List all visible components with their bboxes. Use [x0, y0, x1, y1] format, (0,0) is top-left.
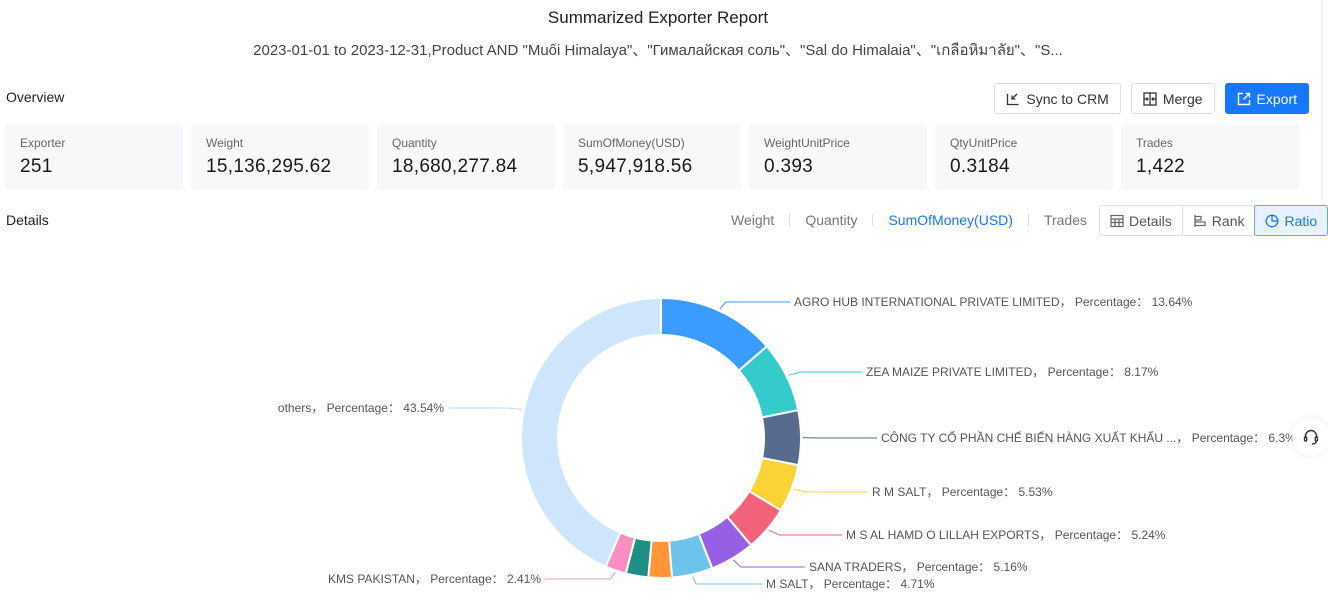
stat-value: 1,422 [1136, 156, 1186, 177]
sync-icon [1007, 93, 1019, 105]
leader-line [793, 488, 868, 493]
stat-label: Quantity [392, 136, 437, 150]
table-icon [1110, 214, 1124, 227]
merge-button[interactable]: Merge [1130, 83, 1215, 114]
tab-divider [872, 214, 874, 226]
view-rank-label: Rank [1211, 212, 1245, 229]
stat-weight-unit-price: WeightUnitPrice 0.393 [749, 124, 927, 190]
report-title: Summarized Exporter Report [547, 8, 769, 27]
donut-slice-others[interactable] [520, 296, 662, 568]
stat-label: Exporter [20, 136, 66, 150]
slice-label: M SALT， Percentage： 4.71% [766, 577, 935, 591]
view-ratio-button[interactable]: Ratio [1254, 205, 1328, 236]
stat-sum-of-money: SumOfMoney(USD) 5,947,918.56 [563, 124, 741, 190]
report-query: 2023-01-01 to 2023-12-31,Product AND "Mu… [253, 42, 1063, 59]
overview-heading: Overview [6, 89, 65, 105]
stat-label: Trades [1136, 136, 1173, 150]
donut-slice-m-s-al-hamd-o-lillah-exports[interactable] [725, 489, 783, 547]
donut-slices [520, 296, 802, 579]
slice-label: CÔNG TY CỔ PHẦN CHẾ BIẾN HÀNG XUẤT KHẨU … [881, 430, 1296, 445]
label-leader-lines [448, 301, 877, 585]
details-heading: Details [6, 212, 49, 228]
tab-weight[interactable]: Weight [731, 212, 774, 228]
overview-stats: Exporter 251 Weight 15,136,295.62 Quanti… [5, 124, 1299, 190]
stat-quantity: Quantity 18,680,277.84 [377, 124, 555, 190]
sync-to-crm-button[interactable]: Sync to CRM [994, 83, 1121, 114]
stat-value: 251 [20, 156, 53, 177]
leader-line [719, 301, 790, 310]
slice-label: R M SALT， Percentage： 5.53% [872, 485, 1053, 499]
export-label: Export [1256, 90, 1297, 107]
leader-line [692, 576, 762, 585]
export-button[interactable]: Export [1224, 83, 1309, 114]
leader-line [768, 529, 842, 536]
slice-labels: AGRO HUB INTERNATIONAL PRIVATE LIMITED， … [278, 295, 1296, 591]
donut-slice-unlabeled-7[interactable] [647, 539, 674, 579]
stat-trades: Trades 1,422 [1121, 124, 1299, 190]
leader-line [545, 572, 616, 580]
tab-divider [789, 214, 791, 226]
stat-value: 0.393 [764, 156, 814, 177]
donut-slice-kms-pakistan[interactable] [604, 531, 637, 575]
customer-support-button[interactable] [1292, 418, 1328, 456]
stat-value: 5,947,918.56 [578, 156, 693, 177]
merge-icon [1143, 91, 1157, 106]
slice-label: SANA TRADERS， Percentage： 5.16% [809, 560, 1028, 574]
donut-slice-c-ng-ty-c-ph-n-ch-bi-n-h-ng-xu-t-kh-u[interactable] [760, 408, 802, 467]
headset-icon [1303, 429, 1319, 445]
stat-value: 0.3184 [950, 156, 1010, 177]
stat-label: SumOfMoney(USD) [578, 136, 685, 150]
view-details-label: Details [1129, 212, 1172, 229]
tab-divider [1027, 214, 1029, 226]
view-ratio-label: Ratio [1284, 212, 1318, 229]
view-details-button[interactable]: Details [1100, 206, 1183, 235]
donut-slice-unlabeled-8[interactable] [624, 536, 653, 579]
stat-value: 18,680,277.84 [392, 156, 518, 177]
leader-line [733, 559, 805, 568]
stat-value: 15,136,295.62 [206, 156, 332, 177]
page-scrollbar[interactable] [1321, 0, 1323, 200]
stat-label: Weight [206, 136, 244, 150]
export-icon [1237, 92, 1250, 105]
leader-line [788, 371, 862, 376]
pie-icon [1266, 214, 1279, 227]
view-rank-button[interactable]: Rank [1183, 206, 1256, 235]
slice-label: M S AL HAMD O LILLAH EXPORTS， Percentage… [846, 528, 1166, 542]
slice-label: AGRO HUB INTERNATIONAL PRIVATE LIMITED， … [794, 295, 1193, 309]
donut-slice-sana-traders[interactable] [697, 515, 753, 570]
donut-slice-agro-hub-international-private-limited[interactable] [660, 296, 769, 372]
stat-label: WeightUnitPrice [764, 136, 850, 150]
tab-sum-of-money[interactable]: SumOfMoney(USD) [888, 212, 1012, 228]
tab-trades[interactable]: Trades [1044, 212, 1087, 228]
view-toggle: Details Rank Ratio [1099, 205, 1328, 236]
donut-slice-m-salt[interactable] [668, 532, 714, 579]
leader-line [448, 407, 522, 410]
merge-label: Merge [1162, 90, 1203, 107]
slice-label: ZEA MAIZE PRIVATE LIMITED， Percentage： 8… [866, 365, 1159, 379]
donut-slice-zea-maize-private-limited[interactable] [737, 344, 800, 419]
slice-label: KMS PAKISTAN， Percentage： 2.41% [328, 572, 541, 586]
stat-weight: Weight 15,136,295.62 [191, 124, 369, 190]
stat-label: QtyUnitPrice [950, 136, 1018, 150]
stat-exporter: Exporter 251 [5, 124, 183, 190]
bar-rank-icon [1194, 214, 1206, 227]
overview-toolbar: Sync to CRM Merge Export [994, 83, 1309, 114]
slice-label: others， Percentage： 43.54% [278, 401, 444, 415]
tab-quantity[interactable]: Quantity [805, 212, 857, 228]
donut-slice-r-m-salt[interactable] [747, 456, 800, 512]
stat-qty-unit-price: QtyUnitPrice 0.3184 [935, 124, 1113, 190]
sync-label: Sync to CRM [1026, 90, 1109, 107]
metric-tabs: Weight Quantity SumOfMoney(USD) Trades [731, 212, 1087, 228]
